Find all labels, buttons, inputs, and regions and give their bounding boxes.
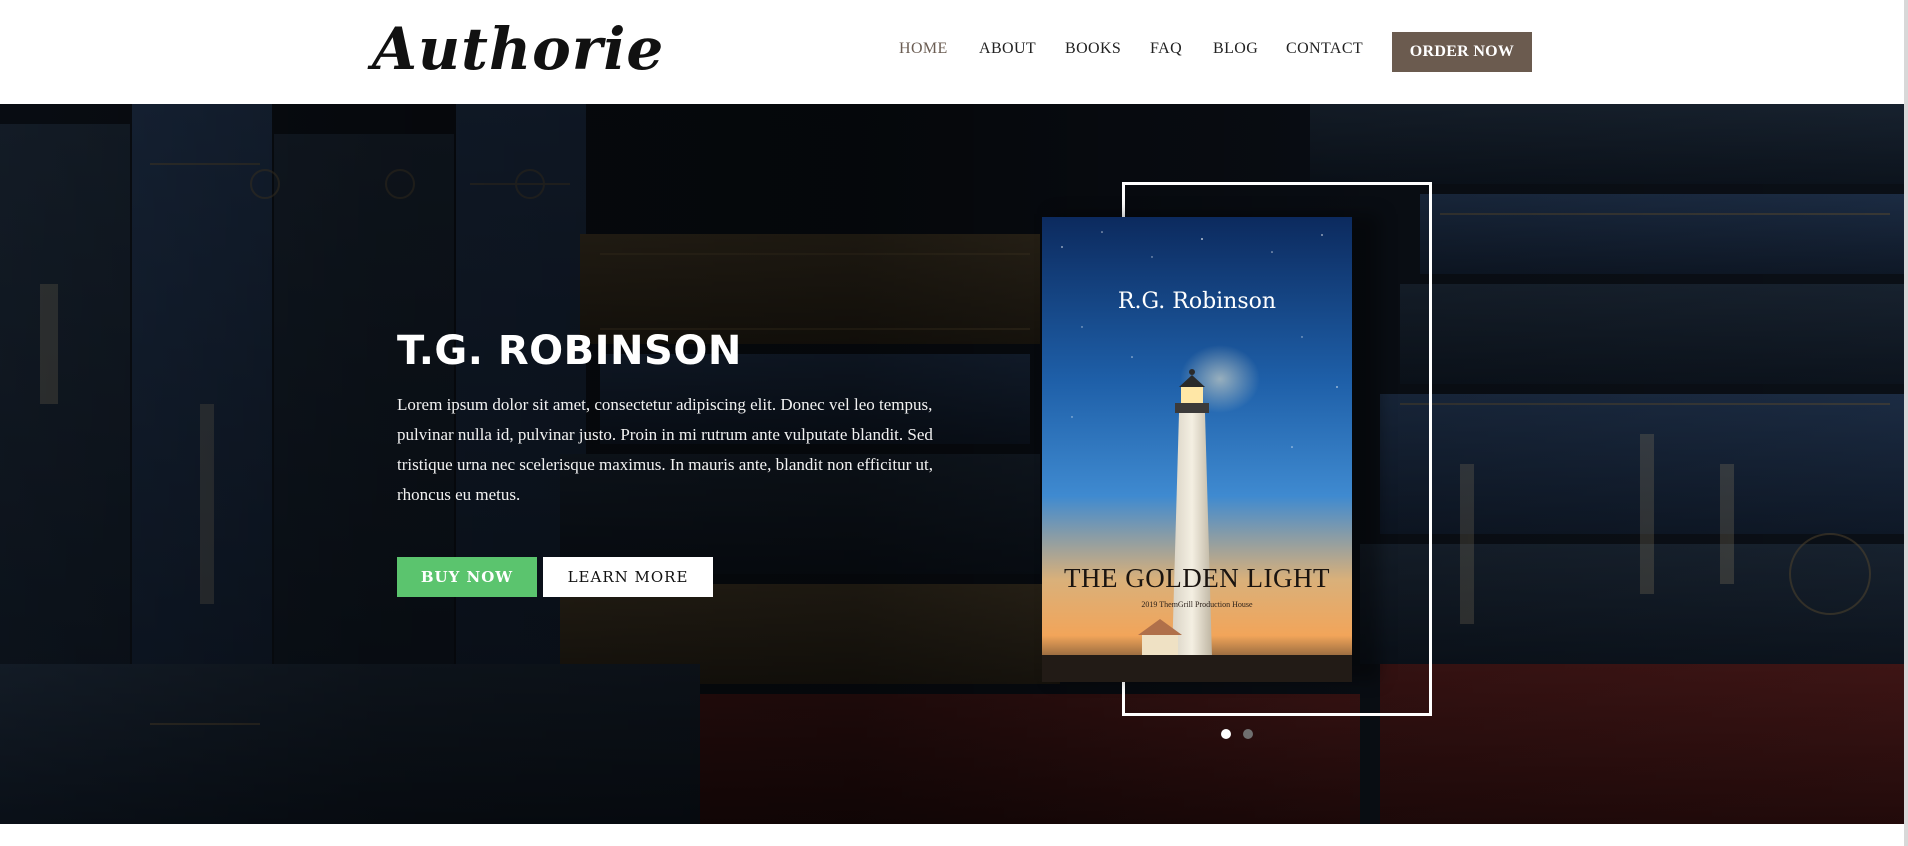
hero-section: T.G. ROBINSON Lorem ipsum dolor sit amet… <box>0 104 1904 824</box>
book-cover[interactable]: R.G. Robinson THE GOLDEN LIGHT 2019 Them… <box>1042 217 1352 682</box>
hero-title: T.G. ROBINSON <box>397 328 742 374</box>
hero-overlay <box>0 104 1904 824</box>
carousel-dot-2[interactable] <box>1243 729 1253 739</box>
carousel-dot-1[interactable] <box>1221 729 1231 739</box>
book-cover-illustration <box>1042 217 1352 682</box>
nav-faq[interactable]: FAQ <box>1150 40 1182 58</box>
book-title: THE GOLDEN LIGHT <box>1064 563 1330 593</box>
nav-home[interactable]: HOME <box>899 40 948 58</box>
main-nav: HOME ABOUT BOOKS FAQ BLOG CONTACT <box>0 0 1908 104</box>
site-header: Authorie HOME ABOUT BOOKS FAQ BLOG CONTA… <box>0 0 1908 104</box>
order-now-button[interactable]: ORDER NOW <box>1392 32 1532 72</box>
nav-books[interactable]: BOOKS <box>1065 40 1121 58</box>
buy-now-button[interactable]: BUY NOW <box>397 557 537 597</box>
nav-about[interactable]: ABOUT <box>979 40 1036 58</box>
learn-more-button[interactable]: LEARN MORE <box>543 557 713 597</box>
nav-blog[interactable]: BLOG <box>1213 40 1258 58</box>
hero-description: Lorem ipsum dolor sit amet, consectetur … <box>397 395 933 504</box>
book-publisher: 2019 ThemGrill Production House <box>1141 600 1253 609</box>
book-author: R.G. Robinson <box>1117 289 1277 314</box>
nav-contact[interactable]: CONTACT <box>1286 40 1363 58</box>
scrollbar[interactable] <box>1904 0 1908 846</box>
